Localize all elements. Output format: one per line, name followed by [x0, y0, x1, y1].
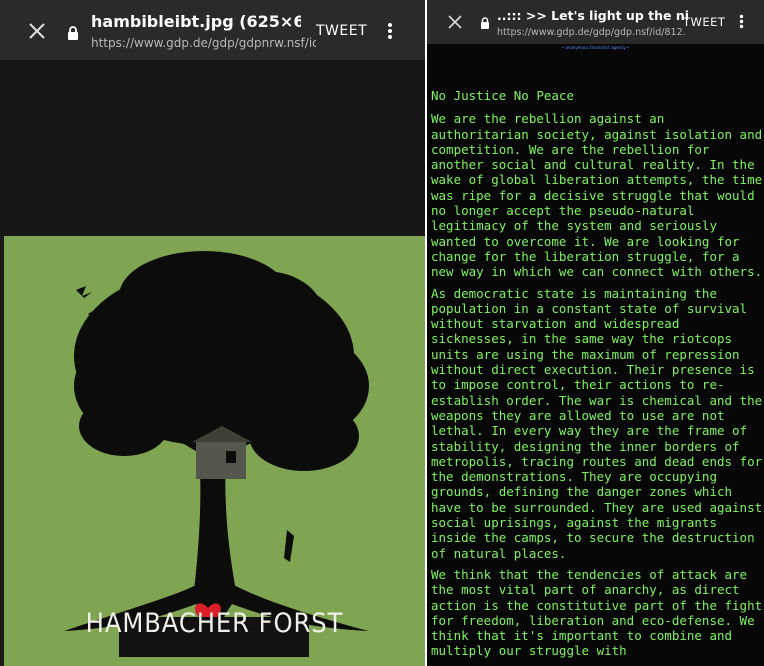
right-toolbar: ..::: >> Let's light up the nights... ht… [427, 0, 764, 44]
image-letterbox [0, 60, 425, 236]
agency-header-link[interactable]: • anonymous fanarchist agency • [427, 44, 764, 52]
paragraph: We think that the tendencies of attack a… [431, 566, 763, 659]
left-toolbar: hambibleibt.jpg (625×625) https://www.gd… [0, 0, 425, 60]
tweet-button[interactable]: TWEET [683, 15, 725, 29]
page-url[interactable]: https://www.gdp.de/gdp/gdpnrw.nsf/id/... [91, 36, 316, 50]
document-text: No Justice No Peace We are the rebellion… [431, 88, 763, 665]
document-body: • anonymous fanarchist agency • No Justi… [427, 44, 764, 666]
close-icon[interactable] [28, 22, 46, 40]
poster-caption: HAMBACHER FORST [85, 608, 344, 639]
tweet-button[interactable]: TWEET [316, 23, 367, 39]
page-title: ..::: >> Let's light up the nights... [497, 8, 689, 23]
page-url[interactable]: https://www.gdp.de/gdp/gdp.nsf/id/812... [497, 27, 685, 38]
paragraph: As democratic state is maintaining the p… [431, 285, 763, 561]
lock-icon [68, 26, 78, 40]
more-vertical-icon[interactable] [387, 22, 393, 40]
right-browser-pane: ..::: >> Let's light up the nights... ht… [427, 0, 764, 666]
document-heading: No Justice No Peace [431, 88, 574, 103]
close-icon[interactable] [448, 15, 462, 29]
left-browser-pane: hambibleibt.jpg (625×625) https://www.gd… [0, 0, 425, 666]
paragraph: We are the rebellion against an authorit… [431, 111, 763, 280]
forest-tree-illustration [64, 251, 369, 657]
page-title: hambibleibt.jpg (625×625) [91, 12, 301, 31]
lock-icon [481, 17, 489, 29]
poster-image: HAMBACHER FORST [4, 236, 425, 666]
treehouse [196, 441, 246, 479]
more-vertical-icon[interactable] [739, 14, 744, 29]
